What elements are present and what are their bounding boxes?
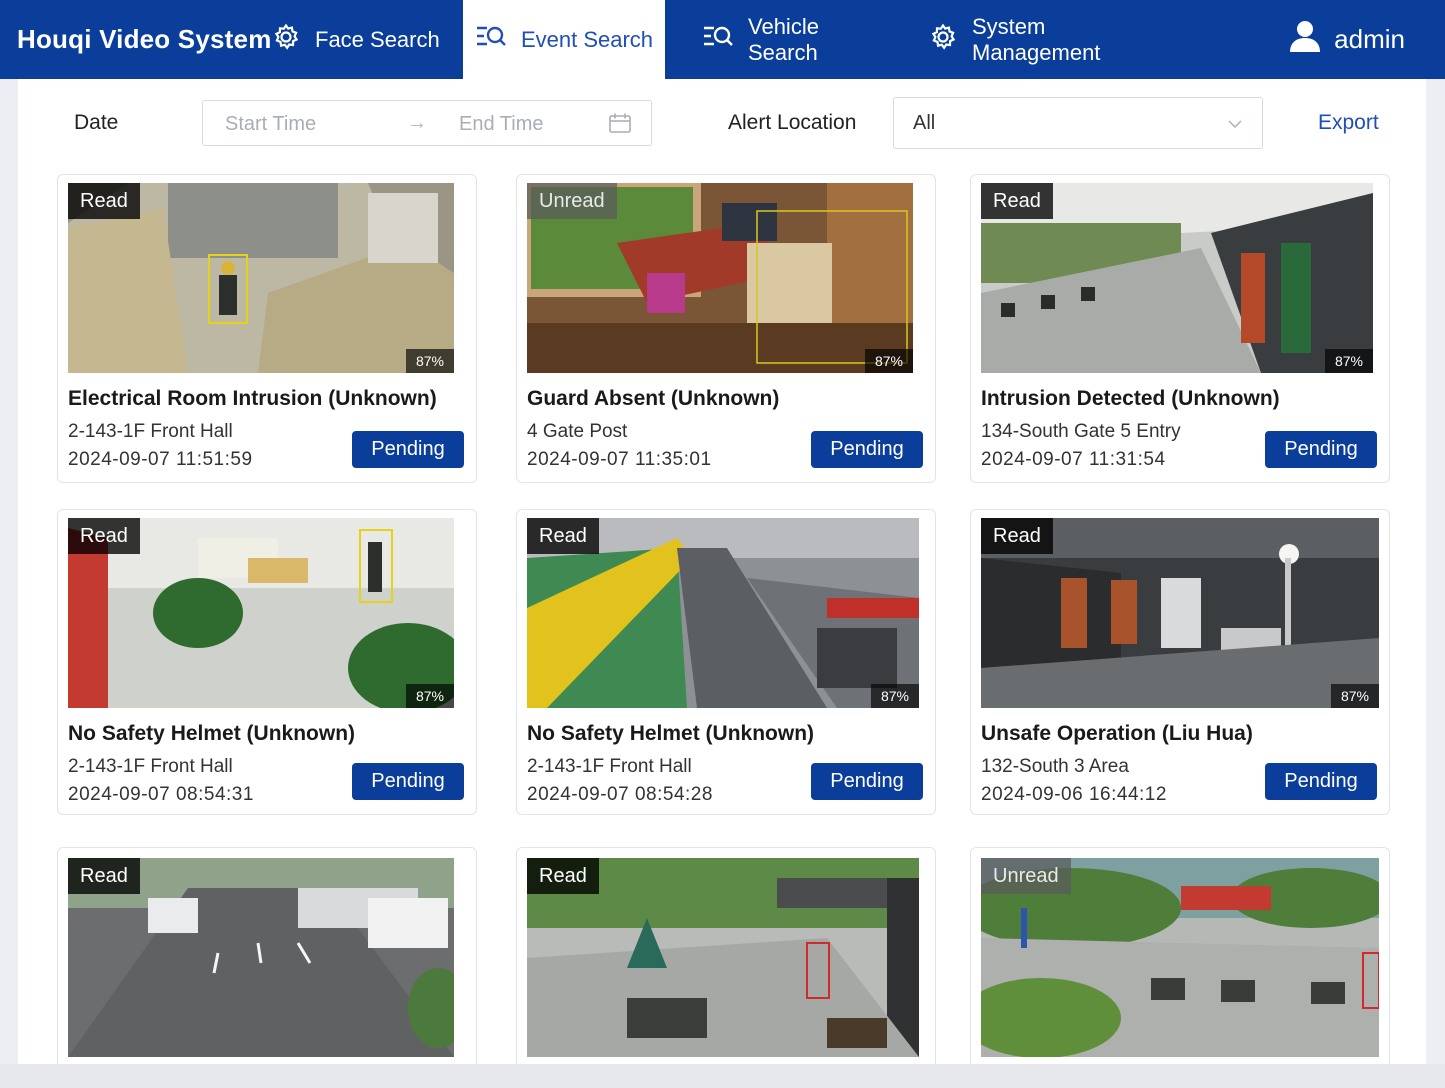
event-time: 2024-09-07 11:35:01: [527, 449, 712, 470]
filter-bar: Date Start Time → End Time Alert Locatio…: [18, 79, 1426, 169]
event-snapshot[interactable]: Read 87%: [68, 183, 454, 373]
date-label: Date: [74, 111, 119, 134]
event-location: 4 Gate Post: [527, 421, 628, 442]
nav-vehicle-search-label: Vehicle Search: [748, 13, 819, 65]
event-title: No Safety Helmet (Unknown): [527, 722, 815, 745]
event-snapshot[interactable]: Unread: [981, 858, 1379, 1057]
event-location: 134-South Gate 5 Entry: [981, 421, 1181, 442]
event-snapshot[interactable]: Read 87%: [527, 518, 919, 708]
event-snapshot[interactable]: Read: [527, 858, 919, 1057]
confidence-badge: 87%: [1324, 349, 1373, 373]
confidence-badge: 87%: [405, 349, 454, 373]
event-time: 2024-09-07 11:31:54: [981, 449, 1166, 470]
event-card[interactable]: Unread 87% Guard Absent (Unknown) 4 Gate…: [516, 174, 936, 483]
end-time-input[interactable]: End Time: [459, 113, 543, 136]
event-title: No Safety Helmet (Unknown): [68, 722, 356, 745]
event-location: 132-South 3 Area: [981, 756, 1129, 777]
event-location: 2-143-1F Front Hall: [68, 756, 233, 777]
event-time: 2024-09-07 08:54:31: [68, 784, 254, 805]
event-location: 2-143-1F Front Hall: [527, 756, 692, 777]
gear-icon: [271, 22, 301, 58]
calendar-icon[interactable]: [609, 113, 631, 138]
date-range-picker[interactable]: Start Time → End Time: [202, 100, 652, 146]
event-card[interactable]: Read 87% Intrusion Detected (Unknown) 13…: [970, 174, 1390, 483]
export-button[interactable]: Export: [1318, 111, 1379, 135]
gear-icon: [928, 22, 958, 58]
nav-system-management[interactable]: System Management: [928, 0, 1178, 79]
pending-button[interactable]: Pending: [811, 763, 923, 800]
user-icon: [1290, 20, 1321, 59]
nav-event-search-label: Event Search: [520, 26, 654, 52]
event-title: Intrusion Detected (Unknown): [981, 387, 1280, 410]
pending-button[interactable]: Pending: [1265, 431, 1377, 468]
event-card[interactable]: Read: [516, 847, 936, 1064]
alert-location-label: Alert Location: [728, 111, 857, 134]
event-snapshot[interactable]: Read 87%: [981, 183, 1373, 373]
read-status-badge: Read: [981, 183, 1053, 219]
read-status-badge: Read: [68, 518, 140, 554]
confidence-badge: 87%: [405, 684, 454, 708]
read-status-badge: Read: [527, 518, 599, 554]
confidence-badge: 87%: [1330, 684, 1379, 708]
read-status-badge: Read: [981, 518, 1053, 554]
event-card[interactable]: Unread: [970, 847, 1390, 1064]
pending-button[interactable]: Pending: [811, 431, 923, 468]
event-time: 2024-09-07 11:51:59: [68, 449, 253, 470]
main-panel: Date Start Time → End Time Alert Locatio…: [18, 79, 1426, 1064]
unread-status-badge: Unread: [527, 183, 617, 219]
read-status-badge: Read: [68, 858, 140, 894]
nav-event-search[interactable]: Event Search: [463, 0, 665, 79]
event-snapshot[interactable]: Unread 87%: [527, 183, 913, 373]
event-snapshot[interactable]: Read: [68, 858, 454, 1057]
user-name: admin: [1334, 24, 1405, 54]
nav-vehicle-search[interactable]: Vehicle Search: [702, 0, 892, 79]
start-time-input[interactable]: Start Time: [225, 113, 316, 136]
read-status-badge: Read: [527, 858, 599, 894]
event-card[interactable]: Read 87% Electrical Room Intrusion (Unkn…: [57, 174, 477, 483]
confidence-badge: 87%: [864, 349, 913, 373]
event-card[interactable]: Read: [57, 847, 477, 1064]
pending-button[interactable]: Pending: [352, 431, 464, 468]
pending-button[interactable]: Pending: [352, 763, 464, 800]
event-time: 2024-09-06 16:44:12: [981, 784, 1167, 805]
confidence-badge: 87%: [870, 684, 919, 708]
event-snapshot[interactable]: Read 87%: [981, 518, 1379, 708]
event-time: 2024-09-07 08:54:28: [527, 784, 713, 805]
nav-system-management-label: System Management: [972, 13, 1101, 65]
unread-status-badge: Unread: [981, 858, 1071, 894]
alert-location-value: All: [913, 112, 936, 134]
search-list-icon: [475, 23, 507, 57]
event-card[interactable]: Read 87% No Safety Helmet (Unknown) 2-14…: [57, 509, 477, 815]
nav-face-search[interactable]: Face Search: [271, 0, 456, 79]
event-title: Unsafe Operation (Liu Hua): [981, 722, 1253, 745]
bottom-scroll-area: [0, 1064, 1445, 1088]
event-card[interactable]: Read 87% Unsafe Operation (Liu Hua) 132-…: [970, 509, 1390, 815]
alert-location-select[interactable]: All: [893, 97, 1263, 149]
search-list-icon: [702, 23, 734, 57]
pending-button[interactable]: Pending: [1265, 763, 1377, 800]
app-title: Houqi Video System: [17, 24, 272, 54]
chevron-down-icon: [1228, 116, 1242, 134]
read-status-badge: Read: [68, 183, 140, 219]
user-menu[interactable]: admin: [1290, 0, 1405, 79]
nav-face-search-label: Face Search: [315, 26, 440, 52]
range-arrow: →: [407, 112, 427, 134]
event-title: Guard Absent (Unknown): [527, 387, 780, 410]
event-location: 2-143-1F Front Hall: [68, 421, 233, 442]
event-card[interactable]: Read 87% No Safety Helmet (Unknown) 2-14…: [516, 509, 936, 815]
event-title: Electrical Room Intrusion (Unknown): [68, 387, 437, 410]
event-snapshot[interactable]: Read 87%: [68, 518, 454, 708]
top-nav-bar: Houqi Video System Face Search Event Sea…: [0, 0, 1445, 79]
